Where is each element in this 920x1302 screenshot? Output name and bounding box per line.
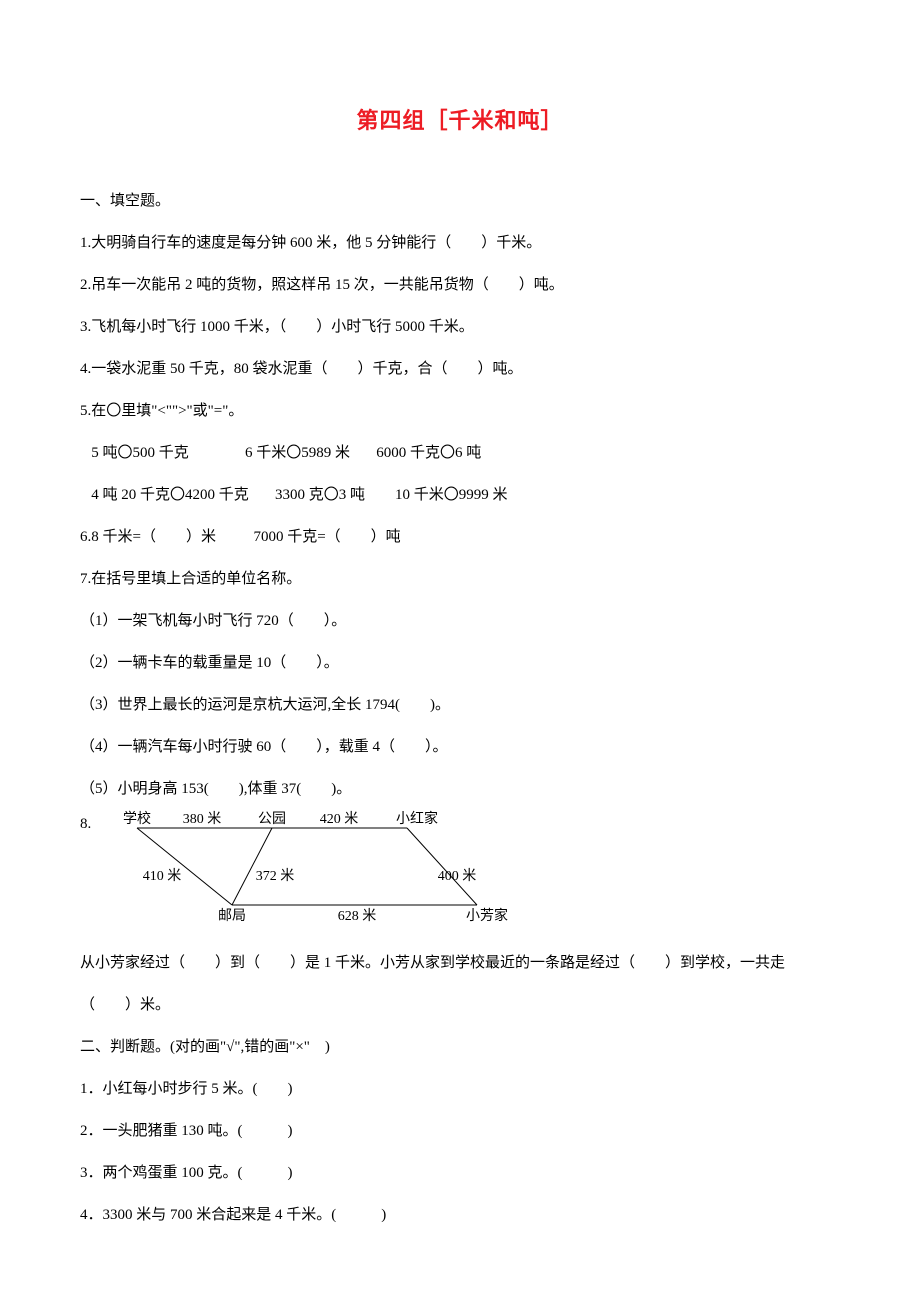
label-372: 372 米	[256, 868, 295, 884]
question-8: 8. 学校 380 米 公园 420 米 小红家 410 米 372 米 400…	[80, 810, 840, 942]
route-diagram-svg: 学校 380 米 公园 420 米 小红家 410 米 372 米 400 米 …	[97, 810, 527, 925]
label-400: 400 米	[438, 868, 477, 884]
judge-2: 2．一头肥猪重 130 吨。( )	[80, 1110, 840, 1152]
question-6: 6.8 千米=（ ）米 7000 千克=（ ）吨	[80, 516, 840, 558]
question-4: 4.一袋水泥重 50 千克，80 袋水泥重（ ）千克，合（ ）吨。	[80, 348, 840, 390]
question-2: 2.吊车一次能吊 2 吨的货物，照这样吊 15 次，一共能吊货物（ ）吨。	[80, 264, 840, 306]
section-a-heading: 一、填空题。	[80, 180, 840, 222]
label-628: 628 米	[338, 908, 377, 924]
label-post: 邮局	[218, 908, 246, 924]
question-5-heading: 5.在〇里填"<"">"或"="。	[80, 390, 840, 432]
judge-3: 3．两个鸡蛋重 100 克。( )	[80, 1152, 840, 1194]
question-8-text-a: 从小芳家经过（ ）到（ ）是 1 千米。小芳从家到学校最近的一条路是经过（ ）到…	[80, 942, 840, 984]
edge-xiaohong-xiaofang	[407, 828, 477, 905]
question-7-4: （4）一辆汽车每小时行驶 60（ ），载重 4（ ）。	[80, 726, 840, 768]
judge-1: 1．小红每小时步行 5 米。( )	[80, 1068, 840, 1110]
question-8-diagram: 学校 380 米 公园 420 米 小红家 410 米 372 米 400 米 …	[97, 810, 527, 942]
question-7-2: （2）一辆卡车的载重量是 10（ ）。	[80, 642, 840, 684]
label-park: 公园	[258, 812, 286, 827]
question-5-row-a: 5 吨〇500 千克 6 千米〇5989 米 6000 千克〇6 吨	[80, 432, 840, 474]
judge-4: 4．3300 米与 700 米合起来是 4 千米。( )	[80, 1194, 840, 1236]
label-xiaohong: 小红家	[396, 810, 438, 827]
edge-school-post	[137, 828, 232, 905]
edge-park-post	[232, 828, 272, 905]
question-3: 3.飞机每小时飞行 1000 千米，（ ）小时飞行 5000 千米。	[80, 306, 840, 348]
question-7-1: （1）一架飞机每小时飞行 720（ ）。	[80, 600, 840, 642]
label-xiaofang: 小芳家	[466, 907, 508, 924]
question-8-text-b: （ ）米。	[80, 984, 840, 1026]
question-8-number: 8.	[80, 810, 91, 838]
question-7-3: （3）世界上最长的运河是京杭大运河,全长 1794( )。	[80, 684, 840, 726]
label-410: 410 米	[143, 868, 182, 884]
question-1: 1.大明骑自行车的速度是每分钟 600 米，他 5 分钟能行（ ）千米。	[80, 222, 840, 264]
section-b-heading: 二、判断题。(对的画"√",错的画"×" )	[80, 1026, 840, 1068]
question-5-row-b: 4 吨 20 千克〇4200 千克 3300 克〇3 吨 10 千米〇9999 …	[80, 474, 840, 516]
label-school: 学校	[123, 810, 151, 827]
page-title: 第四组［千米和吨］	[80, 90, 840, 152]
question-7-5: （5）小明身高 153( ),体重 37( )。	[80, 768, 840, 810]
label-420: 420 米	[320, 811, 359, 827]
question-7-heading: 7.在括号里填上合适的单位名称。	[80, 558, 840, 600]
label-380: 380 米	[183, 811, 222, 827]
worksheet-page: 第四组［千米和吨］ 一、填空题。 1.大明骑自行车的速度是每分钟 600 米，他…	[0, 0, 920, 1302]
